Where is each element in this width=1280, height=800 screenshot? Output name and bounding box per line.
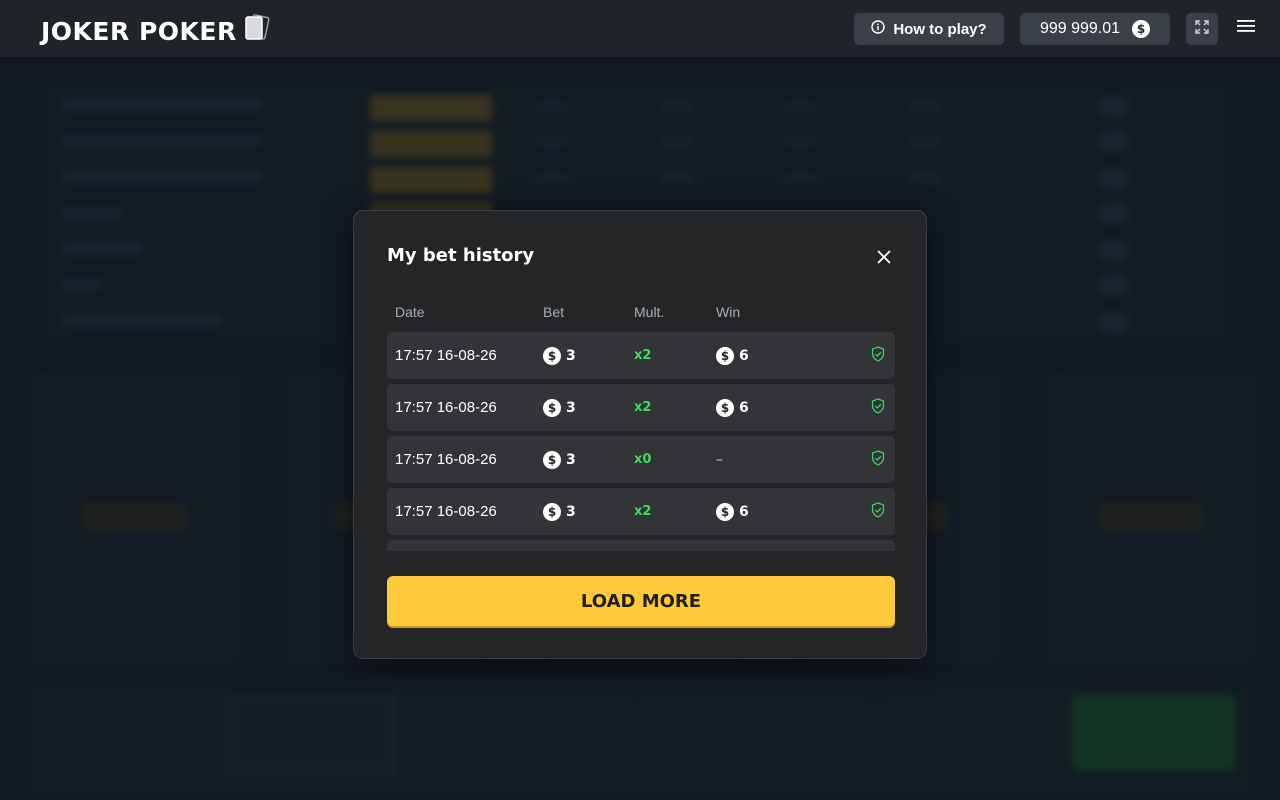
close-icon xyxy=(877,249,891,269)
verify-button[interactable] xyxy=(870,384,886,431)
row-bet-value: 3 xyxy=(566,347,576,364)
column-header-win: Win xyxy=(716,304,741,320)
row-win-value: 6 xyxy=(739,399,749,416)
logo: JOKER POKER xyxy=(41,14,279,48)
top-header: JOKER POKER How to play? 999 999.01 $ xyxy=(0,0,1280,57)
close-button[interactable] xyxy=(872,247,896,271)
expand-icon xyxy=(1195,19,1209,39)
balance-display: 999 999.01 $ xyxy=(1020,13,1170,45)
row-win: $ 6 xyxy=(716,384,749,431)
shield-check-icon xyxy=(871,345,885,366)
info-icon xyxy=(871,20,886,38)
dollar-coin-icon: $ xyxy=(543,346,561,365)
row-date: 17:57 16-08-26 xyxy=(395,503,497,520)
dollar-coin-icon: $ xyxy=(543,502,561,521)
row-mult: x0 xyxy=(634,452,652,467)
dollar-coin-icon: $ xyxy=(543,450,561,469)
table-row-partial xyxy=(387,540,895,551)
row-bet-value: 3 xyxy=(566,451,576,468)
menu-button[interactable] xyxy=(1232,14,1260,42)
column-header-bet: Bet xyxy=(543,304,565,320)
row-bet-value: 3 xyxy=(566,399,576,416)
row-win: $ 6 xyxy=(716,488,749,535)
table-row: 17:57 16-08-26 $ 3 x2 $ 6 xyxy=(387,332,895,379)
how-to-play-label: How to play? xyxy=(893,20,987,38)
fullscreen-button[interactable] xyxy=(1186,13,1218,45)
dollar-coin-icon: $ xyxy=(716,346,734,365)
shield-check-icon xyxy=(871,397,885,418)
verify-button[interactable] xyxy=(870,436,886,483)
row-date: 17:57 16-08-26 xyxy=(395,451,497,468)
row-win: $ 6 xyxy=(716,332,749,379)
column-header-mult: Mult. xyxy=(634,304,665,320)
row-bet: $ 3 xyxy=(543,436,576,483)
row-win: – xyxy=(716,451,723,468)
verify-button[interactable] xyxy=(870,332,886,379)
table-row: 17:57 16-08-26 $ 3 x2 $ 6 xyxy=(387,488,895,535)
row-win-value: 6 xyxy=(739,503,749,520)
row-date: 17:57 16-08-26 xyxy=(395,347,497,364)
row-mult: x2 xyxy=(634,348,652,363)
row-mult: x2 xyxy=(634,504,652,519)
row-bet: $ 3 xyxy=(543,488,576,535)
dollar-coin-icon: $ xyxy=(716,398,734,417)
table-row: 17:57 16-08-26 $ 3 x0 – xyxy=(387,436,895,483)
dollar-coin-icon: $ xyxy=(1132,20,1151,38)
dollar-coin-icon: $ xyxy=(543,398,561,417)
verify-button[interactable] xyxy=(870,488,886,535)
bet-history-modal: My bet history Date Bet Mult. Win 17:57 … xyxy=(353,210,927,659)
table-row: 17:57 16-08-26 $ 3 x2 $ 6 xyxy=(387,384,895,431)
row-bet: $ 3 xyxy=(543,332,576,379)
bet-history-list[interactable]: 17:57 16-08-26 $ 3 x2 $ 6 17:57 16-08-26… xyxy=(387,332,895,551)
column-header-date: Date xyxy=(395,304,425,320)
cards-icon xyxy=(243,14,279,48)
row-date: 17:57 16-08-26 xyxy=(395,399,497,416)
dollar-coin-icon: $ xyxy=(716,502,734,521)
row-mult: x2 xyxy=(634,400,652,415)
row-win-value: 6 xyxy=(739,347,749,364)
shield-check-icon xyxy=(871,449,885,470)
balance-value: 999 999.01 xyxy=(1039,20,1121,37)
logo-text: JOKER POKER xyxy=(41,16,237,46)
shield-check-icon xyxy=(871,501,885,522)
modal-title: My bet history xyxy=(387,245,535,266)
row-bet-value: 3 xyxy=(566,503,576,520)
how-to-play-button[interactable]: How to play? xyxy=(854,13,1004,45)
row-bet: $ 3 xyxy=(543,384,576,431)
hamburger-menu-icon xyxy=(1237,19,1255,38)
load-more-button[interactable]: LOAD MORE xyxy=(387,576,895,626)
